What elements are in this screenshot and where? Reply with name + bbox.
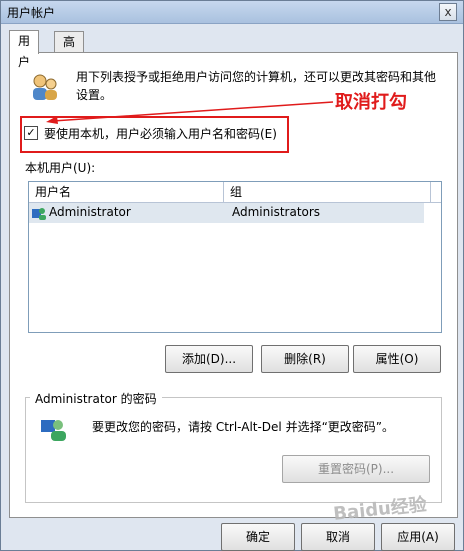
remove-button[interactable]: 删除(R) xyxy=(261,345,349,373)
tab-advanced[interactable]: 高级 xyxy=(54,31,85,70)
window-title: 用户帐户 xyxy=(7,6,56,20)
add-button[interactable]: 添加(D)... xyxy=(165,345,253,373)
admin-user-icon xyxy=(41,420,66,441)
annotation-arrow xyxy=(46,101,334,124)
password-instruction: 要更改您的密码，请按 Ctrl-Alt-Del 并选择“更改密码”。 xyxy=(92,420,395,434)
column-group[interactable]: 组 xyxy=(224,182,431,202)
users-list[interactable]: 用户名 组 Administrator Administrators xyxy=(28,181,442,333)
dialog-buttons: 确定 取消 应用(A) xyxy=(1,519,463,551)
tab-users[interactable]: 用户 xyxy=(9,30,40,69)
ok-button[interactable]: 确定 xyxy=(221,523,295,551)
user-small-icon xyxy=(32,208,46,220)
require-password-checkbox[interactable]: ✓ xyxy=(24,126,38,140)
table-row[interactable]: Administrator Administrators xyxy=(29,203,424,223)
close-button[interactable]: x xyxy=(439,3,457,21)
list-header: 用户名 组 xyxy=(29,182,441,203)
local-users-label: 本机用户(U): xyxy=(25,161,96,175)
column-username[interactable]: 用户名 xyxy=(29,182,224,202)
apply-button[interactable]: 应用(A) xyxy=(381,523,455,551)
require-password-label: 要使用本机，用户必须输入用户名和密码(E) xyxy=(44,126,277,141)
require-password-row[interactable]: ✓ 要使用本机，用户必须输入用户名和密码(E) xyxy=(24,123,369,143)
password-group xyxy=(25,397,442,503)
cancel-button[interactable]: 取消 xyxy=(301,523,375,551)
users-tab-panel: 用下列表授予或拒绝用户访问您的计算机，还可以更改其密码和其他设置。 取消打勾 ✓… xyxy=(9,52,458,518)
title-bar: 用户帐户 x xyxy=(1,1,463,24)
annotation-text: 取消打勾 xyxy=(335,92,407,113)
properties-button[interactable]: 属性(O) xyxy=(353,345,441,373)
reset-password-button[interactable]: 重置密码(P)... xyxy=(282,455,430,483)
row-group: Administrators xyxy=(232,205,321,219)
user-accounts-window: 用户帐户 x 用户 高级 用下列表授予或拒绝用户访问您的计算机，还可以更改其密码… xyxy=(0,0,464,551)
password-group-title: Administrator 的密码 xyxy=(30,390,162,407)
row-username: Administrator xyxy=(49,205,131,219)
